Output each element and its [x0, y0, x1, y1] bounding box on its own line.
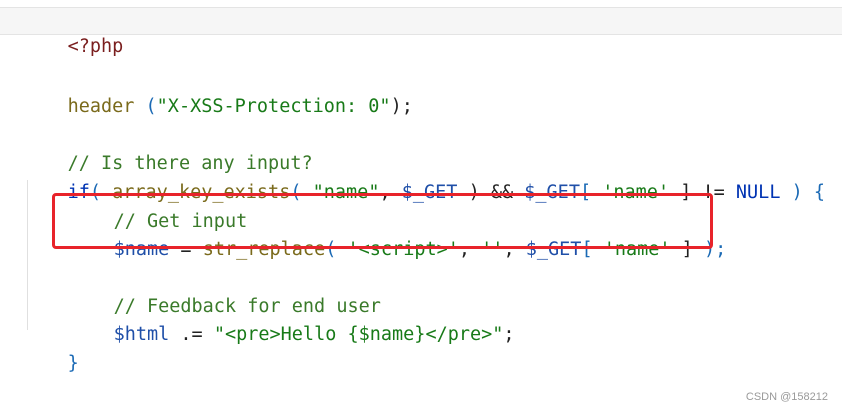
code-line-php-open: <?php	[0, 7, 842, 57]
code-line-if: if( array_key_exists( "name", $_GET ) &&…	[67, 182, 826, 203]
code-line-close-brace: }	[23, 322, 79, 374]
close-brace: }	[67, 353, 79, 374]
code-line-html: $html .= "<pre>Hello {$name}</pre>";	[113, 324, 515, 345]
php-open-tag: <?php	[67, 36, 124, 57]
code-screenshot: <?php header ("X-XSS-Protection: 0"); //…	[0, 0, 842, 411]
code-line-header: header ("X-XSS-Protection: 0");	[67, 96, 413, 117]
watermark: CSDN @158212	[745, 391, 828, 403]
header-function: header	[67, 96, 135, 117]
code-line-comment-input: // Is there any input?	[23, 122, 313, 174]
code-line-php-close: ?>	[23, 379, 90, 411]
code-line-name-assignment: $name = str_replace( '<script>', '', $_G…	[113, 239, 727, 260]
header-string: "X-XSS-Protection: 0"	[156, 96, 391, 117]
cropped-previous-line	[0, 0, 842, 6]
code-line-comment-get: // Get input	[23, 180, 248, 232]
code-line-comment-feedback: // Feedback for end user	[23, 265, 381, 317]
